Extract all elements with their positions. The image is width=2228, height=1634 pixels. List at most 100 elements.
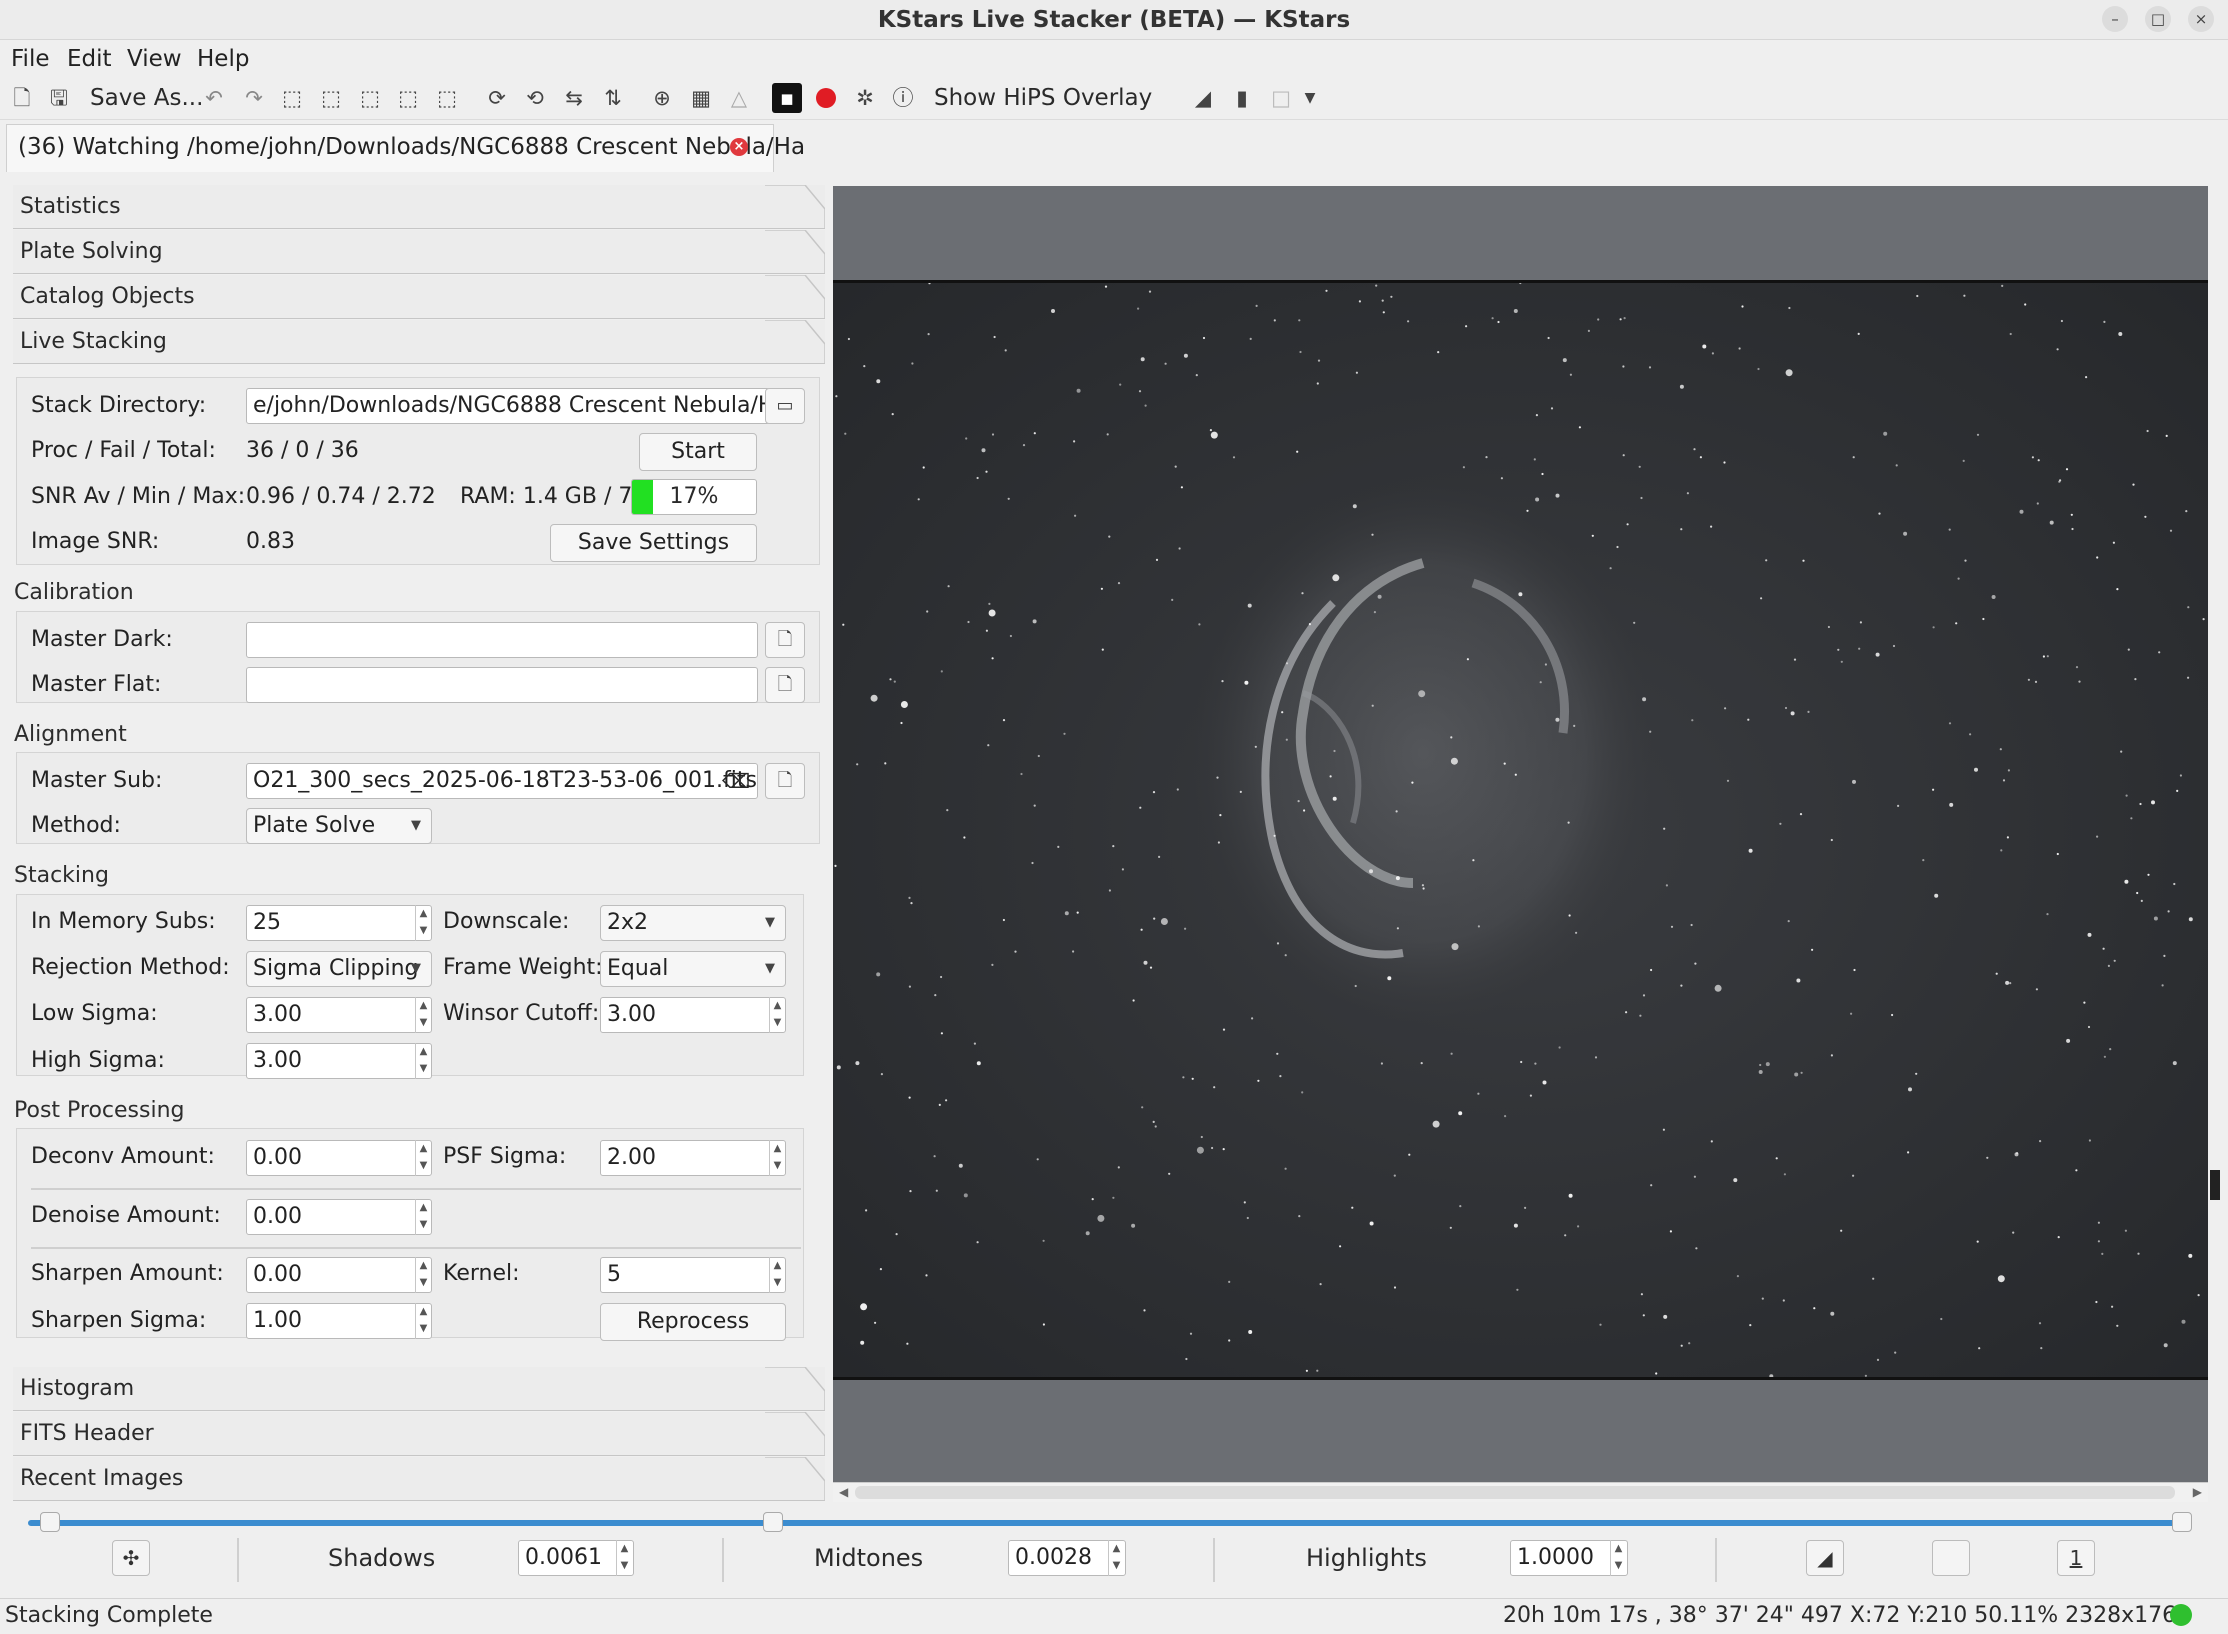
grid-icon[interactable]: ▦ [686,83,716,113]
master-sub-input[interactable]: O21_300_secs_2025-06-18T23-53-06_001.fit… [246,763,758,799]
highlights-handle[interactable] [2172,1512,2192,1532]
rotate-ccw-icon[interactable]: ⟲ [520,83,550,113]
hide-stars-icon[interactable]: ✲ [850,83,880,113]
info-icon[interactable]: ⓘ [888,83,918,113]
close-button[interactable]: × [2188,6,2214,32]
method-label: Method: [31,813,121,838]
stacked-image[interactable] [833,280,2208,1380]
spinner-arrows-icon[interactable]: ▲ ▼ [616,1540,632,1576]
tab-close-icon[interactable]: × [730,138,748,156]
denoise-amount-input[interactable]: 0.00 [246,1199,432,1235]
star [1064,911,1069,916]
star [1420,1062,1423,1065]
scrollbar-thumb[interactable] [855,1486,2175,1499]
show-hips-overlay-button[interactable]: Show HiPS Overlay [934,83,1152,113]
reprocess-button[interactable]: Reprocess [600,1303,786,1341]
star [1640,496,1643,500]
chevron-down-icon[interactable]: ▼ [1295,83,1325,113]
section-plate-solving[interactable]: Plate Solving [13,230,825,274]
spinner-arrows-icon[interactable]: ▲ ▼ [415,1140,431,1176]
clear-text-icon[interactable]: ⌫ [720,766,752,796]
deconv-amount-input[interactable]: 0.00 [246,1140,432,1176]
crosshair-icon[interactable]: ⊕ [647,83,677,113]
redo-icon[interactable]: ↷ [239,83,269,113]
section-recent-images[interactable]: Recent Images [13,1457,825,1501]
flip-vertical-icon[interactable]: ⇅ [598,83,628,113]
winsor-cutoff-input[interactable]: 3.00 [600,997,786,1033]
horizontal-scrollbar[interactable]: ◀ ▶ [833,1482,2208,1502]
section-catalog-objects[interactable]: Catalog Objects [13,275,825,319]
shadows-handle[interactable] [40,1512,60,1532]
frame-weight-select[interactable]: Equal ▼ [600,951,786,987]
high-sigma-input[interactable]: 3.00 [246,1043,432,1079]
spinner-arrows-icon[interactable]: ▲ ▼ [415,905,431,941]
star [1153,917,1156,920]
menu-edit[interactable]: Edit [67,44,112,74]
star [1057,845,1060,849]
midtones-handle[interactable] [763,1512,784,1532]
menu-view[interactable]: View [127,44,182,74]
save-settings-button[interactable]: Save Settings [550,524,757,562]
method-select[interactable]: Plate Solve ▼ [246,808,432,844]
file-open-icon[interactable]: 🗋 [765,667,805,703]
blank-toggle-button[interactable] [1932,1540,1970,1576]
record-icon[interactable] [811,83,841,113]
section-histogram[interactable]: Histogram [13,1367,825,1411]
file-open-icon[interactable]: 🗋 [765,622,805,658]
save-icon[interactable]: 🖫 [44,83,74,113]
spinner-arrows-icon[interactable]: ▲ ▼ [415,1303,431,1339]
menu-file[interactable]: File [11,44,50,74]
zoom-out-icon[interactable]: ⬚ [316,83,346,113]
spinner-arrows-icon[interactable]: ▲ ▼ [1108,1540,1124,1576]
stack-directory-input[interactable]: e/john/Downloads/NGC6888 Crescent Nebula… [246,388,770,424]
spinner-arrows-icon[interactable]: ▲ ▼ [415,1257,431,1293]
sharpen-amount-input[interactable]: 0.00 [246,1257,432,1293]
spinner-arrows-icon[interactable]: ▲ ▼ [769,1140,785,1176]
spinner-arrows-icon[interactable]: ▲ ▼ [415,1199,431,1235]
blank-option-icon[interactable]: □ [1266,83,1296,113]
section-live-stacking[interactable]: Live Stacking [13,320,825,364]
open-file-icon[interactable]: 🗋 [7,83,37,113]
zoom-width-icon[interactable]: ⬚ [432,83,462,113]
folder-icon[interactable]: ▭ [765,388,805,424]
rejection-method-select[interactable]: Sigma Clipping ▼ [246,951,432,987]
master-flat-input[interactable] [246,667,758,703]
section-statistics[interactable]: Statistics [13,185,825,229]
section-label: Plate Solving [20,239,163,264]
star [1112,1196,1115,1199]
stretch-toggle-icon[interactable]: ▪ [772,83,802,113]
sharpen-sigma-input[interactable]: 1.00 [246,1303,432,1339]
spinner-arrows-icon[interactable]: ▲ ▼ [415,1043,431,1079]
spinner-arrows-icon[interactable]: ▲ ▼ [769,1257,785,1293]
flip-horizontal-icon[interactable]: ⇆ [559,83,589,113]
low-sigma-input[interactable]: 3.00 [246,997,432,1033]
minimize-button[interactable]: – [2102,6,2128,32]
zoom-in-icon[interactable]: ⬚ [277,83,307,113]
auto-stretch-histogram-icon[interactable]: ◢ [1806,1540,1844,1576]
move-icon[interactable]: ✣ [112,1540,150,1576]
histogram-icon[interactable]: ◢ [1188,83,1218,113]
star [1760,597,1763,600]
spinner-arrows-icon[interactable]: ▲ ▼ [769,997,785,1033]
rotate-cw-icon[interactable]: ⟳ [482,83,512,113]
section-fits-header[interactable]: FITS Header [13,1412,825,1456]
downscale-select[interactable]: 2x2 ▼ [600,905,786,941]
menu-help[interactable]: Help [197,44,249,74]
zoom-default-icon[interactable]: ⬚ [355,83,385,113]
file-open-icon[interactable]: 🗋 [765,763,805,799]
start-button[interactable]: Start [639,433,757,471]
master-dark-input[interactable] [246,622,758,658]
stretch-slider-track[interactable] [28,1520,2188,1526]
kernel-input[interactable]: 5 [600,1257,786,1293]
undo-icon[interactable]: ↶ [199,83,229,113]
in-memory-subs-input[interactable]: 25 [246,905,432,941]
spinner-arrows-icon[interactable]: ▲ ▼ [1610,1540,1626,1576]
maximize-button[interactable]: □ [2145,6,2171,32]
psf-sigma-input[interactable]: 2.00 [600,1140,786,1176]
spinner-arrows-icon[interactable]: ▲ ▼ [415,997,431,1033]
profile-icon[interactable]: △ [724,83,754,113]
zoom-fit-icon[interactable]: ⬚ [393,83,423,113]
bar-chart-icon[interactable]: ▮ [1227,83,1257,113]
one-button[interactable]: 1 [2057,1540,2095,1576]
save-as-button[interactable]: Save As... [90,83,203,113]
